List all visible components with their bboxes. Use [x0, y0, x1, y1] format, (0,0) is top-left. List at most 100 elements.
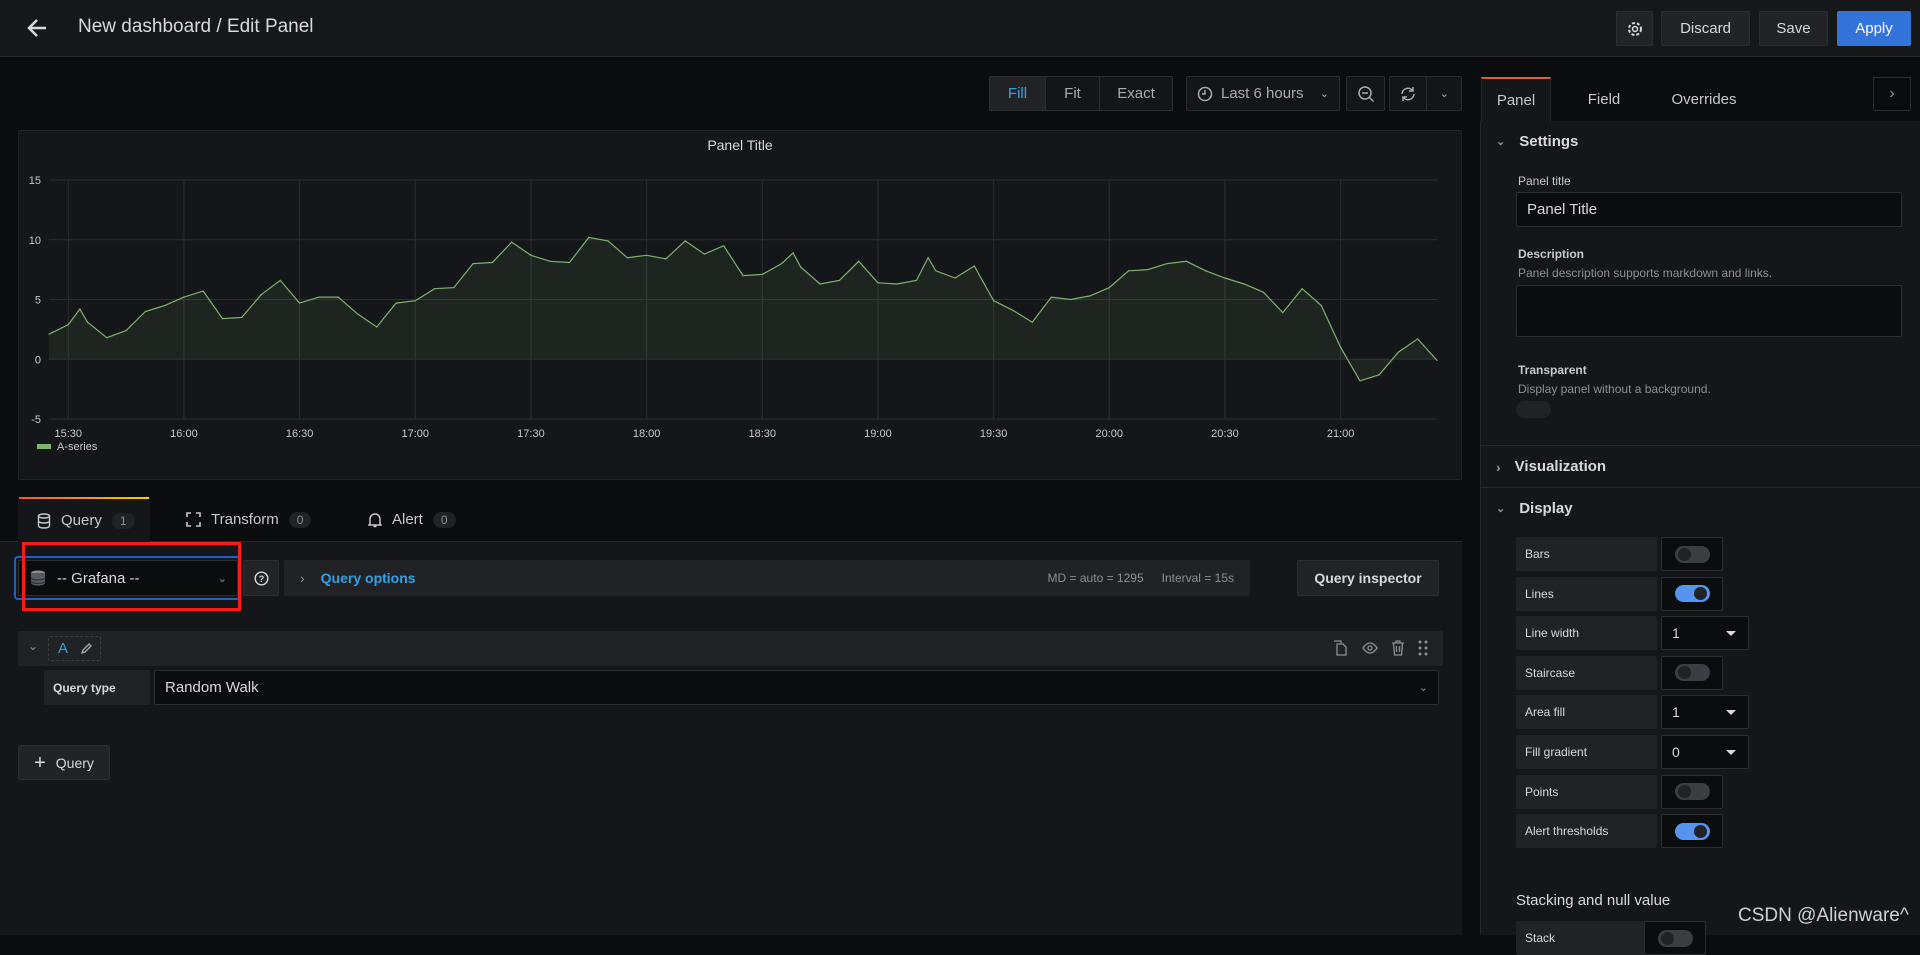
data-point: [927, 257, 929, 259]
data-point: [896, 283, 898, 285]
data-point: [164, 304, 166, 307]
data-point: [935, 270, 937, 272]
apply-button[interactable]: Apply: [1837, 11, 1911, 46]
area-fill-select[interactable]: 1: [1661, 695, 1749, 730]
plus-icon: +: [34, 751, 46, 774]
data-point: [241, 316, 243, 319]
line-width-label: Line width: [1516, 616, 1657, 651]
points-toggle[interactable]: [1661, 774, 1723, 809]
display-heading: Display: [1519, 500, 1573, 517]
query-tabs: Query 1 Transform 0 Alert 0: [0, 497, 1462, 542]
drag-handle-icon[interactable]: [1418, 640, 1428, 656]
bars-toggle[interactable]: [1661, 537, 1723, 571]
alert-thresholds-label: Alert thresholds: [1516, 814, 1657, 849]
chevron-right-icon: ›: [1889, 85, 1895, 102]
tab-overrides[interactable]: Overrides: [1660, 77, 1748, 122]
fit-button[interactable]: Fit: [1046, 77, 1100, 110]
data-point: [1108, 286, 1110, 289]
data-point: [530, 254, 532, 256]
query-ref-name[interactable]: A: [48, 636, 101, 661]
fill-gradient-select[interactable]: 0: [1661, 735, 1749, 769]
graph-chart: 15 10 5 0 -5 15:30 16:00 16:30 17:00 17:30 18:00 18…: [29, 175, 1438, 453]
fill-button[interactable]: Fill: [990, 77, 1046, 110]
zoom-out-button[interactable]: [1346, 76, 1385, 111]
back-arrow-icon[interactable]: [24, 14, 52, 42]
caret-down-icon: [1726, 749, 1736, 755]
help-button[interactable]: ?: [243, 560, 279, 596]
settings-section-header[interactable]: ⌄ Settings: [1496, 133, 1578, 150]
visualization-heading: Visualization: [1514, 458, 1607, 475]
staircase-toggle[interactable]: [1661, 655, 1723, 690]
refresh-interval-dropdown[interactable]: ⌄: [1427, 77, 1461, 110]
x-tick-label: 16:30: [286, 428, 314, 440]
data-point: [1070, 298, 1072, 301]
refresh-group: ⌄: [1389, 76, 1462, 111]
red-annotation-box: [22, 542, 241, 611]
gear-icon: [1626, 20, 1644, 38]
refresh-button[interactable]: [1390, 77, 1428, 110]
data-point: [1340, 346, 1342, 348]
stack-toggle[interactable]: [1644, 921, 1706, 955]
tab-query[interactable]: Query 1: [18, 497, 150, 542]
line-width-select[interactable]: 1: [1661, 616, 1749, 651]
refresh-icon: [1399, 85, 1417, 103]
x-tick-label: 16:00: [170, 428, 198, 440]
data-point: [1359, 380, 1361, 382]
settings-button[interactable]: [1616, 11, 1653, 46]
tab-transform-label: Transform: [211, 511, 279, 528]
data-point: [838, 279, 840, 281]
data-point: [376, 326, 378, 328]
data-point: [1397, 351, 1400, 353]
alert-thresholds-toggle[interactable]: [1661, 814, 1723, 849]
tab-field[interactable]: Field: [1569, 77, 1639, 122]
svg-text:?: ?: [258, 574, 264, 584]
eye-icon[interactable]: [1362, 640, 1378, 656]
staircase-label: Staircase: [1516, 655, 1657, 690]
data-point: [1012, 309, 1014, 311]
x-tick-label: 17:00: [402, 428, 430, 440]
data-point: [106, 337, 108, 339]
data-point: [433, 288, 436, 290]
add-query-button[interactable]: + Query: [18, 745, 110, 780]
tab-panel[interactable]: Panel: [1481, 77, 1551, 122]
save-button[interactable]: Save: [1759, 11, 1828, 46]
collapse-pane-button[interactable]: ›: [1873, 77, 1911, 111]
stack-label: Stack: [1516, 921, 1645, 955]
visualization-section-header[interactable]: › Visualization: [1496, 458, 1606, 475]
transparent-toggle[interactable]: [1516, 401, 1551, 418]
chevron-right-icon: ›: [300, 570, 305, 586]
chevron-right-icon: ›: [1496, 458, 1501, 475]
data-point: [1417, 338, 1419, 340]
data-point: [954, 277, 956, 279]
chevron-down-icon: ⌄: [1496, 503, 1506, 515]
trash-icon[interactable]: [1391, 640, 1405, 656]
data-point: [780, 263, 783, 265]
lines-toggle[interactable]: [1661, 576, 1723, 611]
interval: Interval = 15s: [1161, 571, 1234, 585]
duplicate-icon[interactable]: [1332, 640, 1348, 656]
tab-alert[interactable]: Alert 0: [350, 497, 456, 542]
query-type-value: Random Walk: [165, 679, 259, 696]
panel-title-input[interactable]: Panel Title: [1516, 192, 1902, 227]
data-point: [202, 290, 204, 292]
query-inspector-button[interactable]: Query inspector: [1297, 560, 1439, 596]
exact-button[interactable]: Exact: [1100, 77, 1172, 110]
lines-label: Lines: [1516, 576, 1657, 611]
x-tick-label: 18:00: [633, 428, 661, 440]
description-textarea[interactable]: [1516, 285, 1902, 337]
tab-transform[interactable]: Transform 0: [168, 497, 312, 542]
query-type-select[interactable]: Random Walk ⌄: [154, 670, 1439, 705]
query-count-badge: 1: [111, 512, 135, 529]
zoom-out-icon: [1357, 85, 1375, 103]
time-range-picker[interactable]: Last 6 hours ⌄: [1186, 76, 1340, 111]
collapse-chevron-icon[interactable]: ⌄: [28, 639, 38, 653]
data-point: [877, 282, 879, 284]
data-point: [665, 258, 667, 260]
display-section-header[interactable]: ⌄ Display: [1496, 500, 1573, 517]
query-options-bar[interactable]: › Query options MD = auto = 1295 Interva…: [284, 560, 1250, 596]
data-point: [1205, 270, 1207, 272]
options-pane: [1480, 121, 1920, 935]
toggle-switch: [1675, 664, 1710, 682]
discard-button[interactable]: Discard: [1661, 11, 1750, 46]
caret-down-icon: [1726, 630, 1736, 636]
